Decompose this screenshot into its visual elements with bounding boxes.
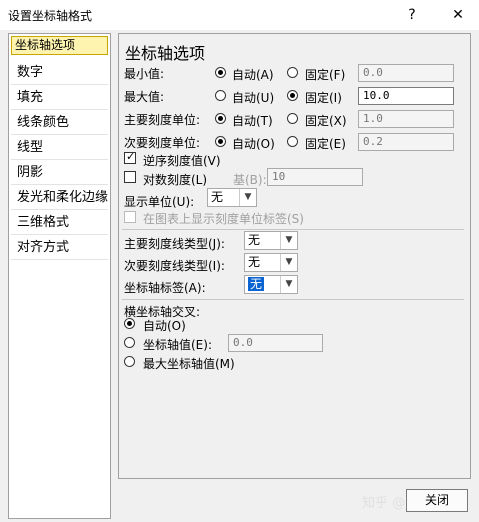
- major-unit-label: 主要刻度单位:: [124, 113, 201, 127]
- minor-unit-fixed-label: 固定(E): [305, 137, 346, 151]
- max-auto-label: 自动(U): [232, 91, 275, 105]
- cross-auto-radio[interactable]: [124, 318, 135, 329]
- cross-value-radio[interactable]: [124, 337, 135, 348]
- min-fixed-radio[interactable]: [287, 67, 298, 78]
- max-fixed-radio[interactable]: [287, 90, 298, 101]
- axis-labels-dropdown[interactable]: 无 ▼: [244, 275, 298, 294]
- major-tick-label: 主要刻度线类型(J):: [124, 237, 225, 251]
- cross-value-label: 坐标轴值(E):: [143, 338, 212, 352]
- log-base-field[interactable]: 10: [267, 168, 363, 186]
- chevron-down-icon: ▼: [280, 232, 297, 249]
- category-sidebar: 坐标轴选项 数字 填充 线条颜色 线型 阴影 发光和柔化边缘 三维格式 对齐方式: [8, 33, 111, 519]
- help-button[interactable]: ?: [400, 4, 424, 26]
- major-unit-value-field[interactable]: 1.0: [358, 110, 454, 128]
- chevron-down-icon: ▼: [239, 189, 256, 206]
- close-icon[interactable]: ✕: [446, 4, 470, 26]
- window-title: 设置坐标轴格式: [8, 9, 93, 23]
- log-scale-label: 对数刻度(L): [143, 173, 208, 187]
- reverse-order-checkbox[interactable]: [124, 150, 136, 164]
- chevron-down-icon: ▼: [280, 254, 297, 271]
- min-label: 最小值:: [124, 67, 165, 81]
- max-label: 最大值:: [124, 90, 165, 104]
- min-auto-radio[interactable]: [215, 67, 226, 78]
- title-bar: 设置坐标轴格式 ? ✕: [0, 0, 479, 30]
- sidebar-item-number[interactable]: 数字: [11, 61, 108, 85]
- display-unit-dropdown[interactable]: 无 ▼: [207, 188, 257, 207]
- show-unit-label-text: 在图表上显示刻度单位标签(S): [143, 212, 304, 226]
- major-unit-auto-radio[interactable]: [215, 113, 226, 124]
- sidebar-item-alignment[interactable]: 对齐方式: [11, 236, 108, 260]
- cross-max-label: 最大坐标轴值(M): [143, 357, 235, 371]
- minor-unit-auto-label: 自动(O): [232, 137, 275, 151]
- axis-labels-value: 无: [248, 277, 265, 291]
- min-value-field[interactable]: 0.0: [358, 64, 454, 82]
- minor-tick-dropdown[interactable]: 无 ▼: [244, 253, 298, 272]
- cross-max-radio[interactable]: [124, 356, 135, 367]
- cross-auto-label: 自动(O): [143, 319, 186, 333]
- sidebar-item-shadow[interactable]: 阴影: [11, 161, 108, 185]
- minor-unit-auto-radio[interactable]: [215, 136, 226, 147]
- axis-labels-label: 坐标轴标签(A):: [124, 281, 206, 295]
- sidebar-item-axis-options[interactable]: 坐标轴选项: [11, 36, 108, 55]
- max-fixed-label: 固定(I): [305, 91, 342, 105]
- minor-unit-label: 次要刻度单位:: [124, 136, 201, 150]
- major-tick-value: 无: [248, 233, 261, 247]
- cross-value-field[interactable]: 0.0: [228, 334, 323, 352]
- max-auto-radio[interactable]: [215, 90, 226, 101]
- close-button[interactable]: 关闭: [406, 489, 468, 512]
- show-unit-label-checkbox[interactable]: [124, 211, 136, 223]
- sidebar-item-fill[interactable]: 填充: [11, 86, 108, 110]
- sidebar-item-3d-format[interactable]: 三维格式: [11, 211, 108, 235]
- minor-unit-value-field[interactable]: 0.2: [358, 133, 454, 151]
- sidebar-item-line-color[interactable]: 线条颜色: [11, 111, 108, 135]
- major-unit-fixed-radio[interactable]: [287, 113, 298, 124]
- min-auto-label: 自动(A): [232, 68, 274, 82]
- minor-tick-value: 无: [248, 255, 261, 269]
- minor-tick-label: 次要刻度线类型(I):: [124, 259, 225, 273]
- divider: [122, 299, 464, 300]
- major-unit-fixed-label: 固定(X): [305, 114, 347, 128]
- major-tick-dropdown[interactable]: 无 ▼: [244, 231, 298, 250]
- log-scale-checkbox[interactable]: [124, 171, 136, 183]
- max-value-field[interactable]: 10.0: [358, 87, 454, 105]
- sidebar-item-glow[interactable]: 发光和柔化边缘: [11, 186, 108, 210]
- log-base-label: 基(B):: [233, 173, 267, 187]
- display-unit-label: 显示单位(U):: [124, 195, 195, 209]
- minor-unit-fixed-radio[interactable]: [287, 136, 298, 147]
- major-unit-auto-label: 自动(T): [232, 114, 273, 128]
- min-fixed-label: 固定(F): [305, 68, 346, 82]
- sidebar-item-line-style[interactable]: 线型: [11, 136, 108, 160]
- panel-heading: 坐标轴选项: [125, 44, 206, 63]
- chevron-down-icon: ▼: [280, 276, 297, 293]
- reverse-order-label: 逆序刻度值(V): [143, 154, 221, 168]
- divider: [122, 229, 464, 230]
- display-unit-value: 无: [211, 190, 224, 204]
